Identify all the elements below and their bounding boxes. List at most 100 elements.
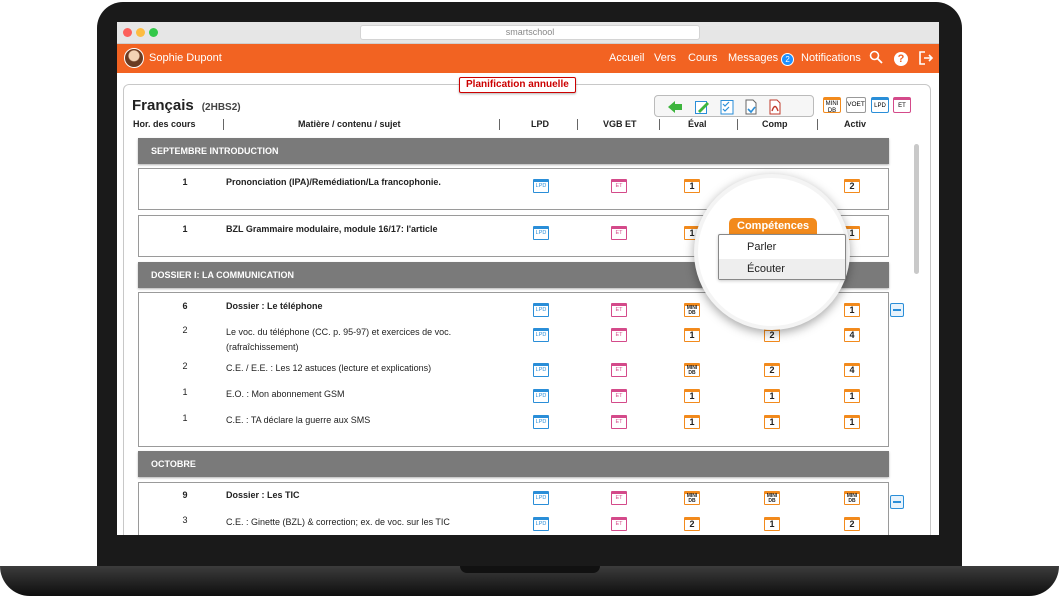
user-name[interactable]: Sophie Dupont <box>149 52 222 64</box>
filter-toolbar: MINI DB VOET LPD ET <box>823 97 915 115</box>
section-header[interactable]: OCTOBRE <box>138 451 889 477</box>
et-icon[interactable]: ET <box>611 226 627 240</box>
col-separator <box>499 119 500 130</box>
back-arrow-icon[interactable] <box>667 99 683 115</box>
col-hours[interactable]: Hor. des cours <box>133 119 196 129</box>
et-icon[interactable]: ET <box>611 303 627 317</box>
lesson-group: 9 Dossier : Les TIC LPD ET MINI DB MINI … <box>138 482 889 535</box>
mini-db-icon[interactable]: MINI DB <box>684 491 700 505</box>
row-hours: 1 <box>182 413 188 423</box>
eval-count[interactable]: 1 <box>684 389 700 403</box>
lpd-icon[interactable]: LPD <box>533 179 549 193</box>
action-toolbar <box>654 95 814 117</box>
lpd-icon[interactable]: LPD <box>533 303 549 317</box>
mini-db-filter[interactable]: MINI DB <box>823 97 841 114</box>
eval-count[interactable]: 1 <box>684 328 700 342</box>
row-subject: C.E. : Ginette (BZL) & correction; ex. d… <box>226 517 450 527</box>
activ-count[interactable]: 1 <box>844 389 860 403</box>
comp-count[interactable]: 1 <box>764 415 780 429</box>
word-doc-icon[interactable] <box>743 99 759 115</box>
avatar[interactable] <box>124 48 144 68</box>
nav-vers[interactable]: Vers <box>654 52 676 64</box>
maximize-window-button[interactable] <box>149 28 158 37</box>
row-subject: Le voc. du téléphone (CC. p. 95-97) et e… <box>226 327 452 352</box>
row-subject: C.E. : TA déclare la guerre aux SMS <box>226 415 371 425</box>
lpd-filter[interactable]: LPD <box>871 97 889 113</box>
eval-count[interactable]: 1 <box>684 415 700 429</box>
et-icon[interactable]: ET <box>611 517 627 531</box>
nav-notifications[interactable]: Notifications <box>801 52 861 64</box>
competences-menu: Parler Écouter <box>718 234 846 280</box>
competence-option-parler[interactable]: Parler <box>719 237 845 257</box>
activ-count[interactable]: 1 <box>844 415 860 429</box>
laptop-notch <box>460 566 600 573</box>
mini-db-icon[interactable]: MINI DB <box>844 491 860 505</box>
browser-chrome: smartschool <box>117 22 939 44</box>
checklist-icon[interactable] <box>719 99 735 115</box>
vertical-scrollbar[interactable] <box>914 144 919 274</box>
lpd-icon[interactable]: LPD <box>533 226 549 240</box>
et-icon[interactable]: ET <box>611 328 627 342</box>
activ-count[interactable]: 4 <box>844 328 860 342</box>
activ-count[interactable]: 1 <box>844 303 860 317</box>
row-subject: Prononciation (IPA)/Remédiation/La franc… <box>226 177 441 187</box>
col-separator <box>817 119 818 130</box>
comp-count[interactable]: 2 <box>764 328 780 342</box>
section-header[interactable]: SEPTEMBRE INTRODUCTION <box>138 138 889 164</box>
eval-count[interactable]: 1 <box>684 179 700 193</box>
comp-count[interactable]: 1 <box>764 517 780 531</box>
et-icon[interactable]: ET <box>611 491 627 505</box>
nav-accueil[interactable]: Accueil <box>609 52 644 64</box>
activ-count[interactable]: 4 <box>844 363 860 377</box>
collapse-group-button[interactable] <box>890 303 904 317</box>
row-hours: 3 <box>182 515 188 525</box>
row-subject: Dossier : Les TIC <box>226 490 300 500</box>
eval-count[interactable]: 2 <box>684 517 700 531</box>
page-title: Français (2HBS2) <box>132 97 241 114</box>
et-icon[interactable]: ET <box>611 389 627 403</box>
comp-count[interactable]: 2 <box>764 363 780 377</box>
et-icon[interactable]: ET <box>611 415 627 429</box>
lpd-icon[interactable]: LPD <box>533 328 549 342</box>
col-subject[interactable]: Matière / contenu / sujet <box>298 119 401 129</box>
help-icon[interactable]: ? <box>894 52 908 66</box>
lpd-icon[interactable]: LPD <box>533 363 549 377</box>
col-comp[interactable]: Comp <box>762 119 788 129</box>
col-eval[interactable]: Éval <box>688 119 707 129</box>
url-bar[interactable]: smartschool <box>360 25 700 40</box>
search-icon[interactable] <box>868 50 884 66</box>
et-icon[interactable]: ET <box>611 363 627 377</box>
competence-option-ecouter[interactable]: Écouter <box>719 259 845 279</box>
minimize-window-button[interactable] <box>136 28 145 37</box>
logout-icon[interactable] <box>918 50 934 66</box>
lpd-icon[interactable]: LPD <box>533 491 549 505</box>
nav-messages[interactable]: Messages 2 <box>728 52 795 66</box>
comp-count[interactable]: 1 <box>764 389 780 403</box>
et-filter[interactable]: ET <box>893 97 911 113</box>
nav-cours[interactable]: Cours <box>688 52 717 64</box>
competences-tab[interactable]: Compétences <box>729 218 818 234</box>
row-hours: 1 <box>182 387 188 397</box>
column-headers: Hor. des cours Matière / contenu / sujet… <box>133 117 919 131</box>
mini-db-icon[interactable]: MINI DB <box>764 491 780 505</box>
mini-db-icon[interactable]: MINI DB <box>684 363 700 377</box>
lpd-icon[interactable]: LPD <box>533 517 549 531</box>
voet-filter[interactable]: VOET <box>846 97 866 113</box>
course-code: (2HBS2) <box>201 102 241 113</box>
lpd-icon[interactable]: LPD <box>533 415 549 429</box>
activ-count[interactable]: 2 <box>844 179 860 193</box>
edit-icon[interactable] <box>694 99 710 115</box>
planification-tag: Planification annuelle <box>459 77 576 93</box>
activ-count[interactable]: 2 <box>844 517 860 531</box>
col-activ[interactable]: Activ <box>844 119 866 129</box>
row-hours: 1 <box>182 177 188 187</box>
col-vgb[interactable]: VGB ET <box>603 119 637 129</box>
col-lpd[interactable]: LPD <box>531 119 549 129</box>
row-hours: 9 <box>182 490 188 500</box>
collapse-group-button[interactable] <box>890 495 904 509</box>
close-window-button[interactable] <box>123 28 132 37</box>
lpd-icon[interactable]: LPD <box>533 389 549 403</box>
et-icon[interactable]: ET <box>611 179 627 193</box>
pdf-icon[interactable] <box>767 99 783 115</box>
mini-db-icon[interactable]: MINI DB <box>684 303 700 317</box>
